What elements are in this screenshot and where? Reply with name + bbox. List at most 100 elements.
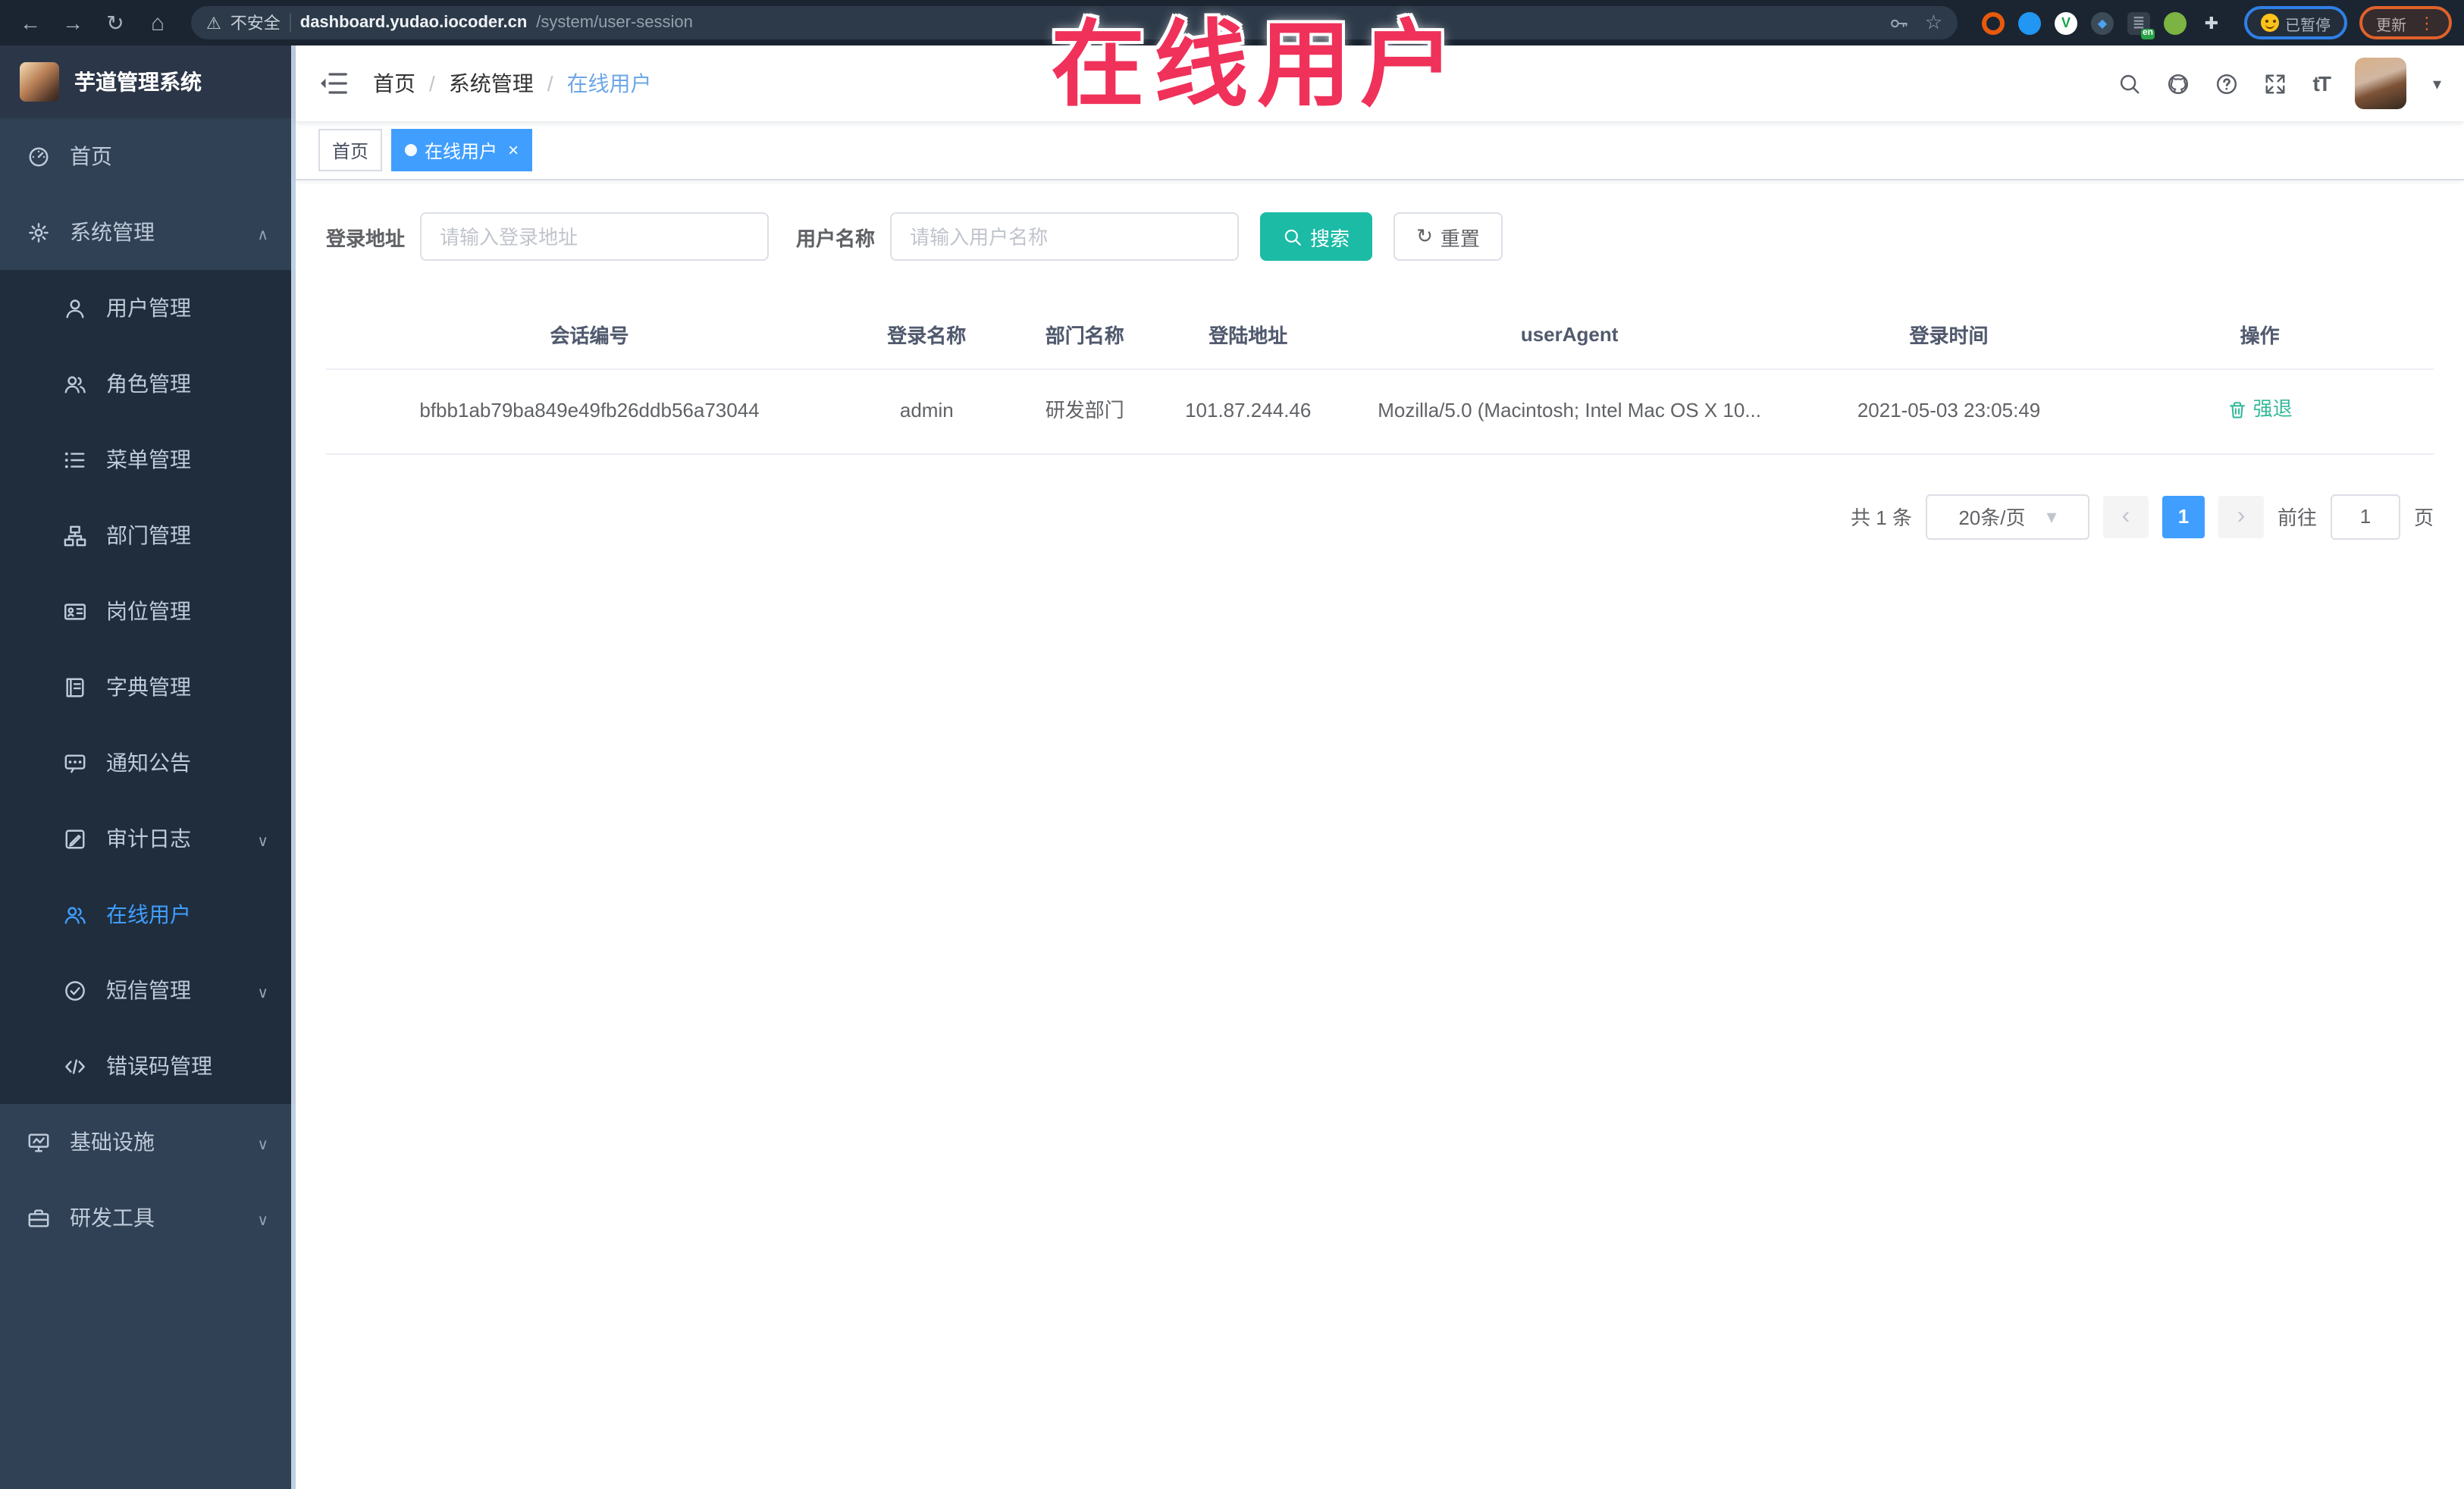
extensions-puzzle-icon[interactable] — [2200, 11, 2223, 34]
select-caret-down-icon — [2046, 504, 2056, 528]
page-size-select[interactable]: 20条/页 — [1925, 494, 2089, 539]
sidebar-item-system-management[interactable]: 系统管理 — [0, 194, 296, 270]
browser-back-icon[interactable] — [12, 5, 49, 41]
breadcrumb: 首页 / 系统管理 / 在线用户 — [373, 68, 652, 99]
col-dept-name: 部门名称 — [1000, 300, 1169, 370]
emoji-face-icon — [2261, 14, 2279, 32]
extension-icons: en — [1982, 11, 2223, 39]
sidebar-item-home[interactable]: 首页 — [0, 118, 296, 194]
table-row: bfbb1ab79ba849e49fb26ddb56a73044 admin 研… — [326, 369, 2434, 454]
translate-badge: en — [2140, 28, 2155, 39]
tab-close-icon[interactable] — [508, 139, 519, 161]
refresh-icon — [1416, 224, 1433, 249]
security-warning-icon[interactable] — [206, 13, 221, 33]
user-icon — [66, 299, 84, 318]
extension-blue-icon[interactable] — [2018, 11, 2041, 34]
tab-online-users[interactable]: 在线用户 — [391, 129, 533, 171]
bookmark-star-icon[interactable] — [1925, 11, 1942, 35]
login-address-input[interactable] — [420, 212, 770, 261]
search-button-label: 搜索 — [1310, 227, 1350, 249]
sidebar-item-label: 基础设施 — [70, 1130, 155, 1154]
sidebar-item-label: 部门管理 — [106, 523, 191, 547]
sidebar-item-label: 错误码管理 — [106, 1054, 212, 1078]
breadcrumb-home[interactable]: 首页 — [373, 68, 415, 99]
force-logout-label: 强退 — [2252, 397, 2293, 420]
sidebar-item-dict-management[interactable]: 字典管理 — [0, 649, 296, 725]
extension-v-icon[interactable] — [2055, 11, 2077, 34]
sidebar: 芋道管理系统 首页 系统管理 用户管理 角色管理 — [0, 45, 296, 1489]
sidebar-item-label: 通知公告 — [106, 751, 191, 775]
prev-page-button[interactable] — [2102, 495, 2149, 538]
extension-orange-icon[interactable] — [1982, 11, 2005, 34]
active-tab-dot — [405, 144, 418, 156]
font-size-icon[interactable] — [2313, 71, 2330, 96]
sidebar-item-label: 短信管理 — [106, 978, 191, 1002]
goto-page-input[interactable] — [2330, 494, 2400, 539]
browser-menu-icon[interactable] — [2419, 13, 2435, 33]
app-logo-block[interactable]: 芋道管理系统 — [0, 45, 296, 118]
browser-home-icon[interactable] — [140, 5, 176, 41]
chevron-up-icon — [257, 220, 268, 244]
sidebar-item-post-management[interactable]: 岗位管理 — [0, 573, 296, 649]
message-icon — [64, 754, 86, 773]
avatar-caret-down-icon[interactable] — [2433, 74, 2441, 93]
sidebar-item-error-code[interactable]: 错误码管理 — [0, 1028, 296, 1104]
sidebar-item-infrastructure[interactable]: 基础设施 — [0, 1104, 296, 1180]
github-icon[interactable] — [2168, 72, 2190, 95]
sidebar-item-label: 字典管理 — [106, 675, 191, 699]
sidebar-item-dev-tools[interactable]: 研发工具 — [0, 1180, 296, 1255]
avatar[interactable] — [2355, 58, 2407, 109]
chrome-update-chip[interactable]: 更新 — [2359, 6, 2452, 39]
sidebar-item-notice[interactable]: 通知公告 — [0, 725, 296, 801]
col-login-name: 登录名称 — [853, 300, 1001, 370]
sidebar-item-sms-management[interactable]: 短信管理 — [0, 952, 296, 1028]
extension-diamond-icon[interactable] — [2091, 11, 2114, 34]
online-users-icon — [64, 906, 86, 923]
help-icon[interactable] — [2216, 72, 2239, 95]
app-logo-image — [20, 62, 59, 102]
login-address-label: 登录地址 — [326, 227, 406, 249]
search-button[interactable]: 搜索 — [1260, 212, 1373, 261]
sms-check-icon — [65, 980, 85, 1000]
sidebar-item-role-management[interactable]: 角色管理 — [0, 346, 296, 422]
header-search-icon[interactable] — [2119, 72, 2142, 95]
browser-reload-icon[interactable] — [97, 5, 133, 41]
sidebar-fold-icon[interactable] — [318, 68, 349, 99]
sidebar-item-label: 岗位管理 — [106, 599, 191, 623]
sidebar-item-label: 系统管理 — [70, 220, 155, 244]
sidebar-item-menu-management[interactable]: 菜单管理 — [0, 422, 296, 497]
sidebar-item-label: 研发工具 — [70, 1205, 155, 1230]
extension-green-icon[interactable] — [2164, 11, 2187, 34]
org-tree-icon — [64, 525, 86, 546]
fullscreen-icon[interactable] — [2265, 72, 2287, 95]
username-input[interactable] — [890, 212, 1240, 261]
breadcrumb-system[interactable]: 系统管理 — [449, 68, 534, 99]
breadcrumb-current: 在线用户 — [566, 71, 652, 96]
sessions-table: 会话编号 登录名称 部门名称 登陆地址 userAgent 登录时间 操作 bf… — [326, 300, 2434, 454]
update-chip-label: 更新 — [2376, 17, 2406, 34]
key-icon[interactable] — [1890, 13, 1910, 33]
next-page-button[interactable] — [2218, 495, 2264, 538]
page-number-1[interactable]: 1 — [2161, 495, 2205, 538]
url-bar[interactable]: 不安全 dashboard.yudao.iocoder.cn /system/u… — [191, 6, 1958, 39]
browser-forward-icon[interactable] — [55, 5, 91, 41]
translate-extension-icon[interactable]: en — [2127, 11, 2155, 39]
tab-home[interactable]: 首页 — [318, 129, 383, 171]
chevron-down-icon — [257, 1130, 268, 1154]
sidebar-item-label: 在线用户 — [106, 902, 191, 926]
reset-button[interactable]: 重置 — [1393, 212, 1503, 261]
sidebar-item-online-users[interactable]: 在线用户 — [0, 876, 296, 952]
col-actions: 操作 — [2086, 300, 2434, 370]
page-suffix-label: 页 — [2413, 506, 2434, 529]
paused-extension-chip[interactable]: 已暂停 — [2244, 6, 2347, 39]
menu-list-icon — [64, 451, 85, 468]
sidebar-item-user-management[interactable]: 用户管理 — [0, 270, 296, 346]
sidebar-item-audit-log[interactable]: 审计日志 — [0, 801, 296, 876]
security-label[interactable]: 不安全 — [230, 11, 281, 35]
sidebar-item-dept-management[interactable]: 部门管理 — [0, 497, 296, 573]
cell-login-time: 2021-05-03 23:05:49 — [1811, 369, 2086, 454]
search-icon — [1284, 228, 1301, 245]
paused-chip-label: 已暂停 — [2285, 17, 2331, 34]
force-logout-button[interactable]: 强退 — [2227, 393, 2293, 426]
users-icon — [64, 375, 86, 393]
